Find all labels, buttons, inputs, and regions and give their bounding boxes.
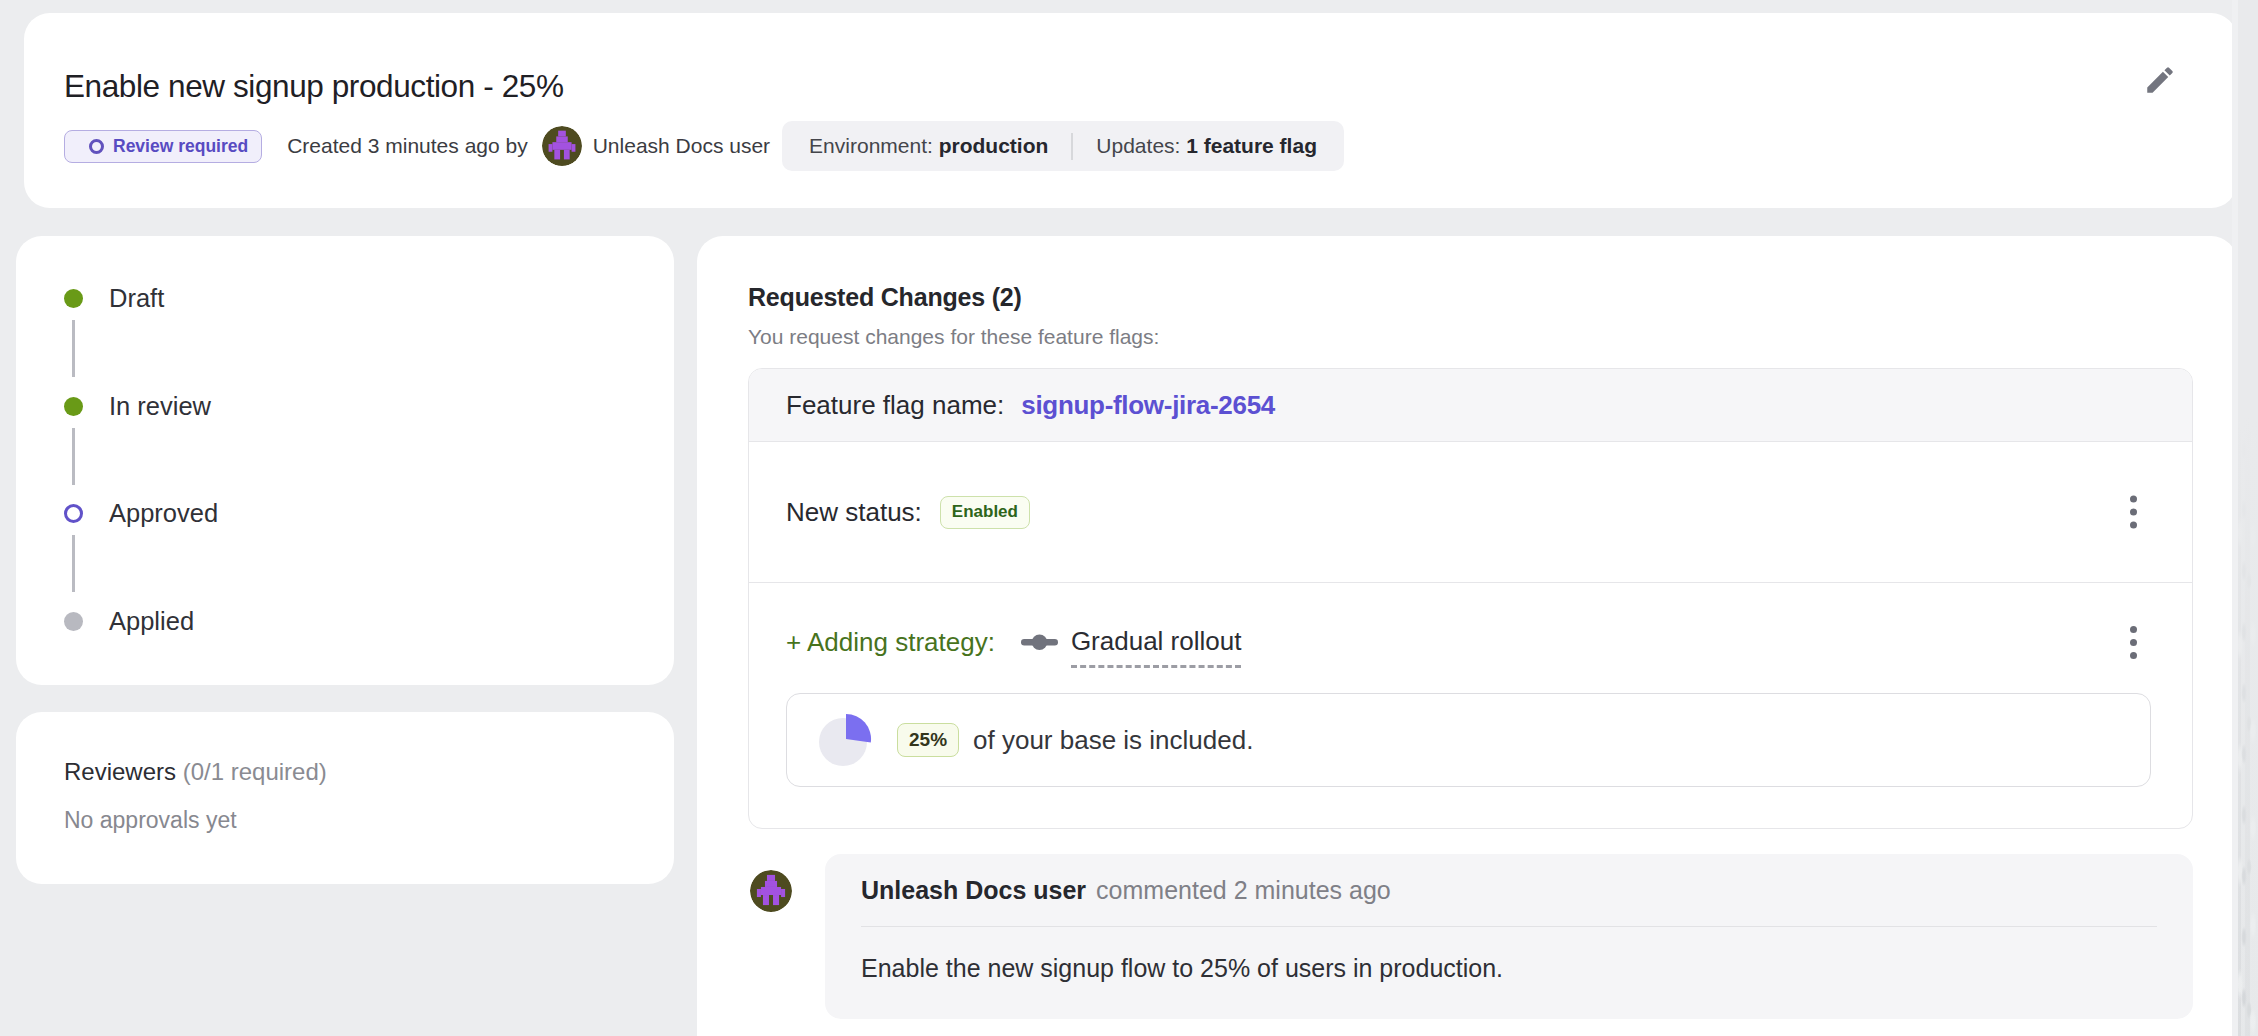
pill-divider [1071, 133, 1073, 160]
rollout-percentage-badge: 25% [897, 723, 959, 757]
timeline-item-draft: Draft [64, 282, 164, 314]
strategy-line: + Adding strategy: Gradual rollout [786, 626, 2192, 658]
header-meta-row: Review required Created 3 minutes ago by… [64, 123, 2179, 169]
timeline-label: Approved [109, 499, 218, 528]
flag-name-link[interactable]: signup-flow-jira-2654 [1021, 390, 1275, 421]
in-review-done-dot-icon [64, 397, 83, 416]
applied-pending-dot-icon [64, 612, 83, 631]
updates-label: Updates: [1096, 134, 1180, 158]
environment-label: Environment: [809, 134, 933, 158]
author-avatar [542, 126, 582, 166]
commenter-avatar [750, 870, 792, 912]
timeline-item-applied: Applied [64, 605, 194, 637]
comment-meta: commented 2 minutes ago [1096, 876, 1391, 905]
comment-row: Unleash Docs user commented 2 minutes ag… [748, 854, 2193, 1019]
requested-changes-card: Requested Changes (2) You request change… [697, 236, 2237, 1036]
requested-changes-heading: Requested Changes (2) [748, 282, 2193, 312]
comment-text: Enable the new signup flow to 25% of use… [861, 954, 2157, 983]
pencil-icon [2143, 63, 2177, 97]
background-texture-strip [2238, 0, 2258, 1036]
comment-header: Unleash Docs user commented 2 minutes ag… [861, 854, 2157, 927]
reviewers-card: Reviewers (0/1 required) No approvals ye… [16, 712, 674, 884]
approved-current-ring-icon [64, 504, 83, 523]
environment-summary-pill: Environment: production Updates: 1 featu… [782, 121, 1344, 171]
comment-box: Unleash Docs user commented 2 minutes ag… [825, 854, 2193, 1019]
comment-author: Unleash Docs user [861, 876, 1086, 905]
timeline-connector [72, 428, 75, 485]
adding-strategy-label: + Adding strategy: [786, 627, 995, 658]
reviewers-requirement: (0/1 required) [183, 758, 327, 785]
adding-strategy-row: + Adding strategy: Gradual rollout 25% o… [749, 583, 2192, 828]
new-status-row: New status: Enabled [749, 442, 2192, 583]
status-row-menu-button[interactable] [2129, 496, 2137, 529]
environment-value: production [939, 134, 1049, 158]
draft-done-dot-icon [64, 289, 83, 308]
enabled-status-badge: Enabled [940, 496, 1030, 529]
timeline-item-in-review: In review [64, 390, 211, 422]
author-name: Unleash Docs user [593, 134, 770, 158]
rollout-description: of your base is included. [973, 725, 1253, 756]
change-request-timeline-card: Draft In review Approved Applied [16, 236, 674, 685]
feature-flag-header: Feature flag name: signup-flow-jira-2654 [749, 369, 2192, 442]
timeline-label: In review [109, 392, 211, 421]
updates-value: 1 feature flag [1186, 134, 1317, 158]
no-approvals-text: No approvals yet [64, 807, 674, 834]
timeline-item-approved: Approved [64, 497, 218, 529]
avatar-pixel-art [542, 126, 582, 166]
edit-title-button[interactable] [2143, 63, 2177, 97]
page-title: Enable new signup production - 25% [64, 68, 2179, 105]
timeline-label: Draft [109, 284, 164, 313]
review-required-label: Review required [113, 136, 248, 157]
review-status-ring-icon [89, 139, 104, 154]
reviewers-title: Reviewers (0/1 required) [64, 758, 674, 786]
created-text: Created 3 minutes ago by [287, 134, 527, 158]
flag-name-label: Feature flag name: [786, 390, 1004, 421]
gradual-rollout-icon [1021, 633, 1058, 651]
new-status-label: New status: [786, 497, 922, 528]
pie-chart-icon [817, 712, 873, 768]
timeline-label: Applied [109, 607, 194, 636]
change-request-header-card: Enable new signup production - 25% Revie… [24, 13, 2237, 208]
strategy-row-menu-button[interactable] [2129, 626, 2137, 659]
rollout-summary-box: 25% of your base is included. [786, 693, 2151, 787]
strategy-name-link[interactable]: Gradual rollout [1071, 626, 1242, 668]
review-required-badge: Review required [64, 130, 262, 163]
timeline-connector [72, 320, 75, 377]
reviewers-label: Reviewers [64, 758, 176, 785]
feature-flag-change-box: Feature flag name: signup-flow-jira-2654… [748, 368, 2193, 829]
avatar-pixel-art [750, 870, 792, 912]
timeline-connector [72, 535, 75, 592]
requested-changes-subheading: You request changes for these feature fl… [748, 324, 2193, 350]
